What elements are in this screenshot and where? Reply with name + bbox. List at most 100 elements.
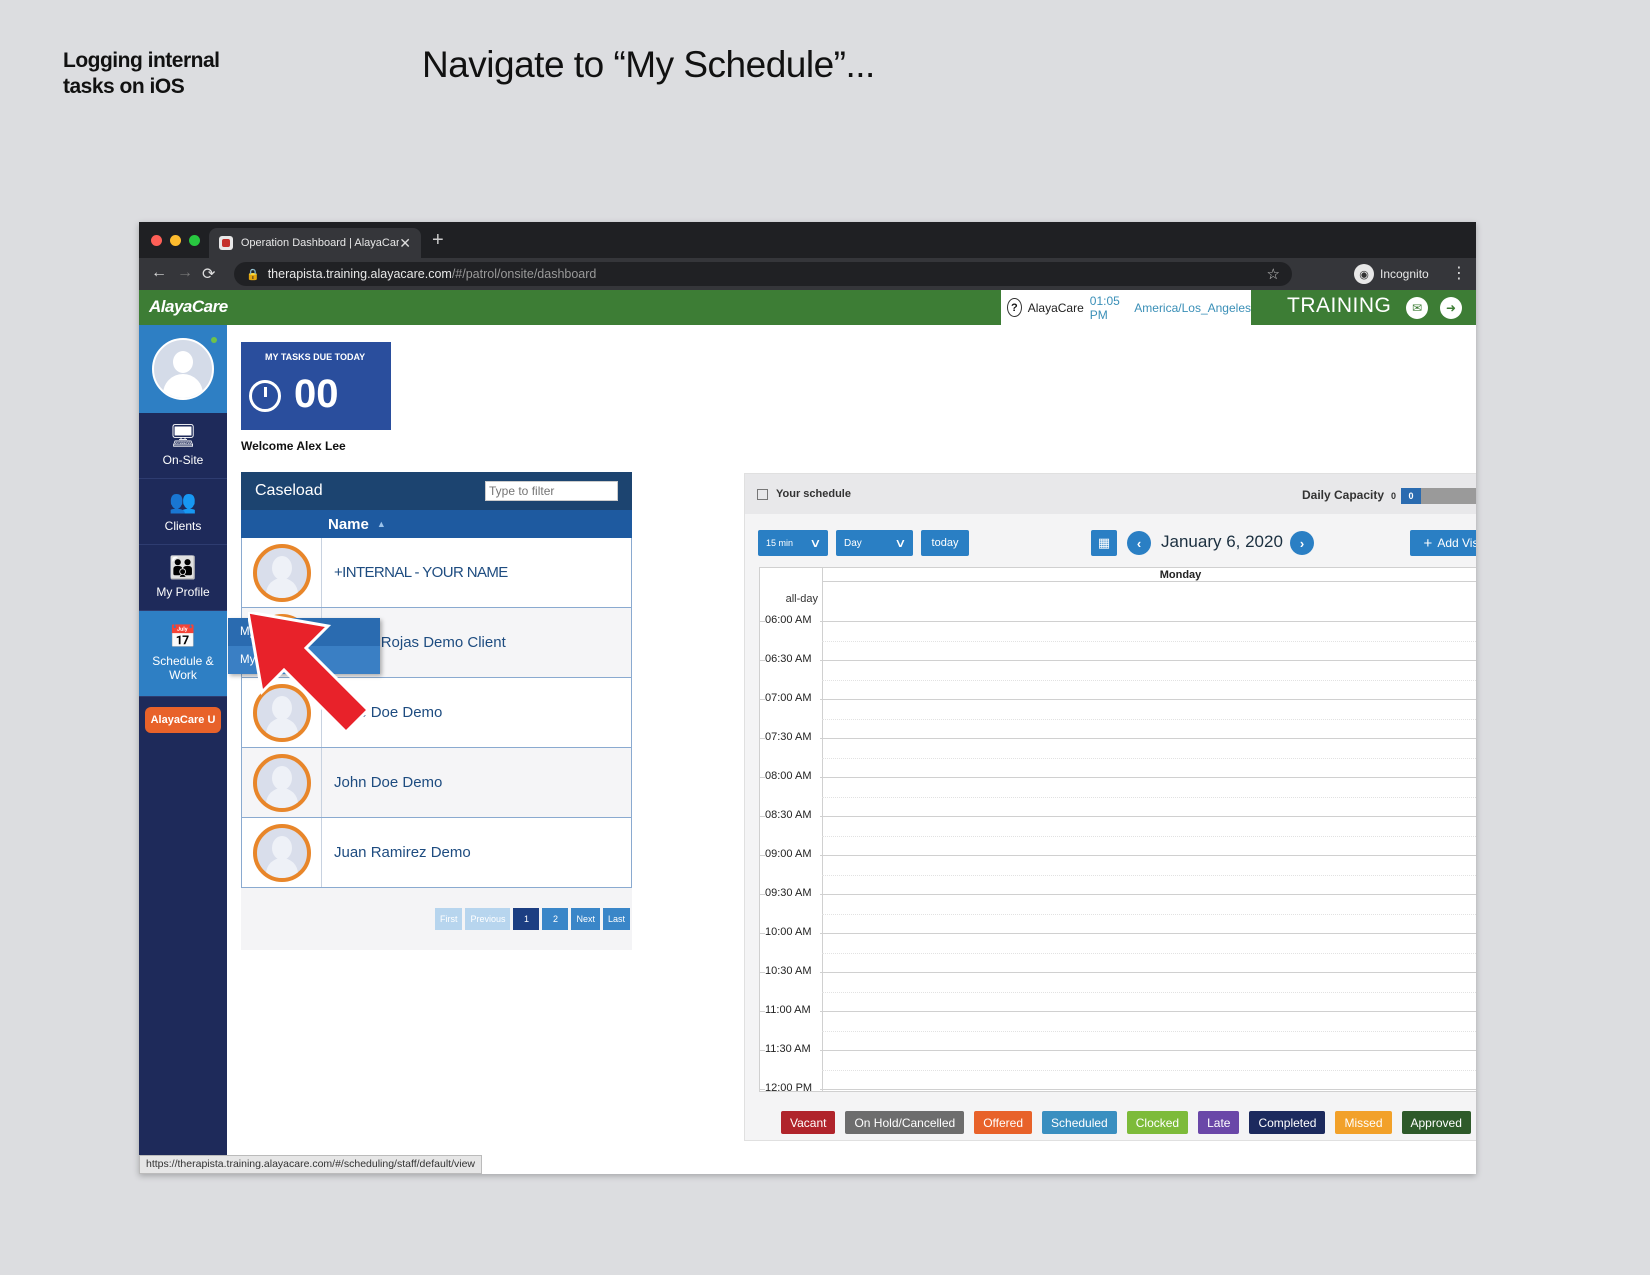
bookmark-star-icon[interactable]: ☆	[1267, 265, 1280, 283]
browser-menu-icon[interactable]: ⋮	[1451, 263, 1467, 283]
interval-value: 15 min	[766, 538, 794, 548]
time-label: 06:30 AM	[765, 652, 820, 666]
alayacare-u-button[interactable]: AlayaCare U	[145, 707, 221, 733]
header-timezone: America/Los_Angeles	[1134, 300, 1251, 315]
legend-late: Late	[1198, 1111, 1240, 1134]
caseload-title: Caseload	[255, 482, 323, 499]
today-button[interactable]: today	[921, 530, 969, 556]
time-label: 06:00 AM	[765, 613, 820, 627]
time-slot[interactable]: 07:30 AM	[760, 730, 1476, 777]
sort-ascending-icon: ▲	[376, 519, 386, 529]
legend-approved: Approved	[1401, 1111, 1471, 1134]
time-label: 09:00 AM	[765, 847, 820, 861]
legend-on-hold-cancelled: On Hold/Cancelled	[845, 1111, 965, 1134]
time-slot[interactable]: 11:00 AM	[760, 1003, 1476, 1050]
alayacare-logo[interactable]: AlayaCare	[149, 297, 228, 317]
main-content: MY TASKS DUE TODAY 00 Welcome Alex Lee C…	[227, 325, 1476, 1174]
add-visits-button[interactable]: + Add Visit(s)	[1410, 530, 1476, 556]
previous-page-button[interactable]: Previous	[465, 908, 511, 930]
help-icon[interactable]: ?	[1007, 298, 1022, 317]
minimize-window-button[interactable]	[170, 235, 181, 246]
new-tab-icon[interactable]: +	[432, 229, 444, 252]
time-slot[interactable]: 09:30 AM	[760, 886, 1476, 933]
schedule-title: Your schedule	[776, 488, 851, 500]
sidebar-item-label: Schedule & Work	[152, 653, 214, 682]
time-slot[interactable]: 10:00 AM	[760, 925, 1476, 972]
sidebar-item-my-profile[interactable]: 👪 My Profile	[139, 545, 227, 611]
caseload-filter-input[interactable]	[485, 481, 618, 501]
chevron-down-icon: ∨	[894, 536, 907, 550]
sidebar-item-on-site[interactable]: 🖥 On-Site	[139, 413, 227, 479]
welcome-text: Welcome Alex Lee	[241, 439, 346, 453]
incognito-label: Incognito	[1380, 267, 1429, 281]
time-slot[interactable]: 06:00 AM	[760, 613, 1476, 660]
client-name[interactable]: +INTERNAL - YOUR NAME	[322, 564, 508, 581]
previous-day-button[interactable]: ‹	[1127, 531, 1151, 555]
time-slot[interactable]: 10:30 AM	[760, 964, 1476, 1011]
time-label: 10:00 AM	[765, 925, 820, 939]
daily-capacity-label: Daily Capacity	[1302, 488, 1385, 502]
next-page-button[interactable]: Next	[571, 908, 600, 930]
incognito-icon: ◉	[1354, 264, 1374, 284]
date-picker-button[interactable]: ▦	[1091, 530, 1117, 556]
time-label: 08:30 AM	[765, 808, 820, 822]
user-avatar-panel[interactable]	[139, 325, 227, 413]
time-slot[interactable]: 09:00 AM	[760, 847, 1476, 894]
name-column-header[interactable]: Name ▲	[241, 510, 632, 538]
url-input[interactable]: 🔒 therapista.training.alayacare.com /#/p…	[234, 262, 1292, 286]
first-page-button[interactable]: First	[434, 908, 463, 930]
sidebar-item-label: Clients	[164, 518, 202, 533]
chevron-right-icon: ›	[1299, 535, 1305, 551]
header-company: AlayaCare	[1027, 300, 1084, 315]
table-row[interactable]: Juan Ramirez Demo	[241, 818, 632, 888]
client-avatar	[252, 543, 311, 602]
next-day-button[interactable]: ›	[1290, 531, 1314, 555]
online-status-icon	[211, 337, 217, 343]
time-label: 10:30 AM	[765, 964, 820, 978]
time-slot[interactable]: 07:00 AM	[760, 691, 1476, 738]
maximize-window-button[interactable]	[189, 235, 200, 246]
close-tab-icon[interactable]: ✕	[399, 235, 411, 252]
clock-icon	[249, 380, 281, 412]
logout-icon[interactable]: ➜	[1440, 297, 1462, 319]
time-slot[interactable]: 08:00 AM	[760, 769, 1476, 816]
sidebar-item-schedule-work[interactable]: 📅 Schedule & Work	[139, 611, 227, 697]
tasks-label: MY TASKS DUE TODAY	[265, 352, 366, 362]
forward-icon[interactable]: →	[177, 264, 193, 282]
client-name[interactable]: Juan Ramirez Demo	[322, 844, 471, 861]
slide-title: Navigate to “My Schedule”...	[422, 44, 875, 85]
browser-tab[interactable]: Operation Dashboard | AlayaCare ✕	[209, 228, 421, 258]
lock-icon: 🔒	[246, 268, 260, 281]
sidebar-item-clients[interactable]: 👥 Clients	[139, 479, 227, 545]
client-name[interactable]: John Doe Demo	[322, 774, 442, 791]
day-calendar-grid[interactable]: Monday all-day 06:00 AM 06:30 AM 07:00 A…	[759, 567, 1476, 1092]
environment-label: TRAINING	[1287, 294, 1392, 317]
mail-icon[interactable]: ✉	[1406, 297, 1428, 319]
last-page-button[interactable]: Last	[602, 908, 630, 930]
add-visits-label: Add Visit(s)	[1437, 536, 1476, 550]
url-path: /#/patrol/onsite/dashboard	[451, 267, 597, 281]
tasks-due-tile[interactable]: MY TASKS DUE TODAY 00	[241, 342, 391, 430]
all-day-label: all-day	[785, 593, 818, 605]
current-date: January 6, 2020	[1161, 532, 1283, 551]
day-column-header: Monday	[822, 568, 1476, 582]
page-1-button[interactable]: 1	[513, 908, 540, 930]
caseload-header: Caseload	[241, 472, 632, 510]
time-slot[interactable]: 08:30 AM	[760, 808, 1476, 855]
legend-scheduled: Scheduled	[1042, 1111, 1117, 1134]
page-2-button[interactable]: 2	[542, 908, 569, 930]
close-window-button[interactable]	[151, 235, 162, 246]
table-row[interactable]: +INTERNAL - YOUR NAME	[241, 538, 632, 608]
time-slot[interactable]: 12:00 PM	[760, 1081, 1476, 1091]
interval-select[interactable]: 15 min ∨	[758, 530, 828, 556]
tab-title: Operation Dashboard | AlayaCare	[240, 237, 400, 249]
view-value: Day	[844, 537, 862, 549]
view-select[interactable]: Day ∨	[836, 530, 913, 556]
time-slot[interactable]: 11:30 AM	[760, 1042, 1476, 1089]
calendar-icon: 📅	[169, 623, 197, 649]
table-row[interactable]: John Doe Demo	[241, 748, 632, 818]
back-icon[interactable]: ←	[151, 264, 167, 282]
incognito-indicator[interactable]: ◉ Incognito	[1354, 264, 1429, 284]
reload-icon[interactable]: ⟳	[202, 264, 215, 284]
time-slot[interactable]: 06:30 AM	[760, 652, 1476, 699]
